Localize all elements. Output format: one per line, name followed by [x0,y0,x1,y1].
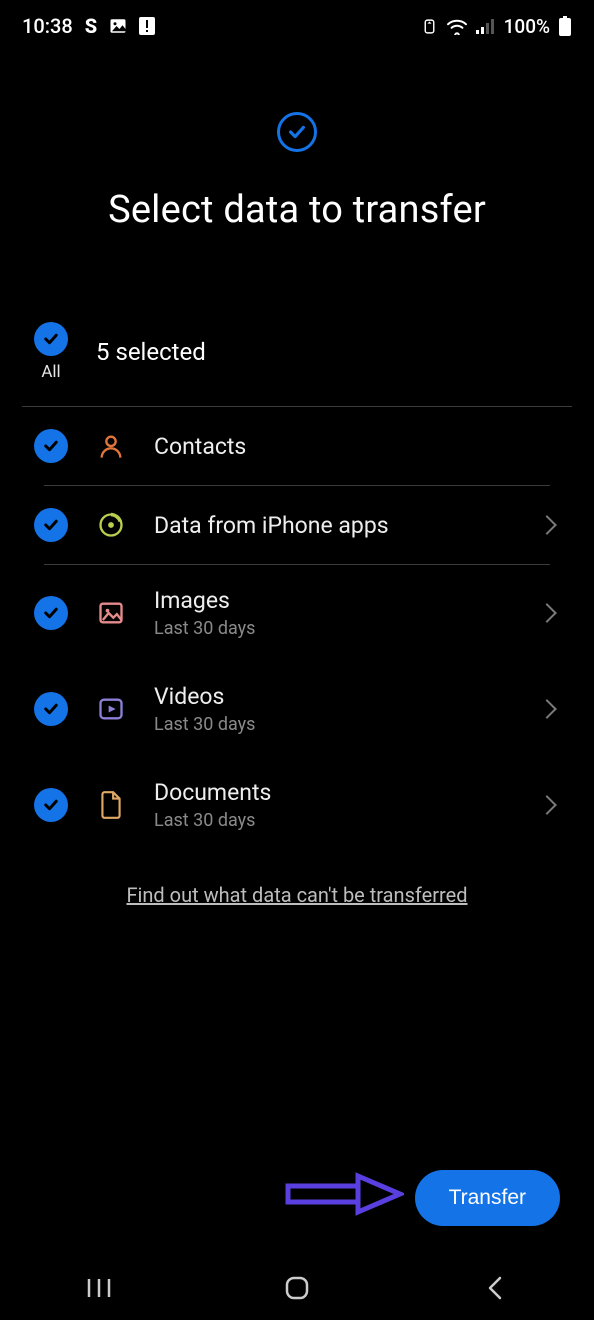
item-sublabel: Last 30 days [154,714,512,735]
item-videos[interactable]: Videos Last 30 days [22,661,572,757]
item-label: Contacts [154,433,560,460]
image-icon [96,598,126,628]
app-s-icon: S [85,14,97,38]
gallery-status-icon [109,17,127,35]
item-sublabel: Last 30 days [154,618,512,639]
item-images[interactable]: Images Last 30 days [22,565,572,661]
item-documents[interactable]: Documents Last 30 days [22,757,572,853]
checkbox-contacts[interactable] [34,429,68,463]
status-bar: 10:38 S 100% [0,0,594,52]
contact-icon [96,431,126,461]
nav-bar [0,1256,594,1320]
nav-recents-button[interactable] [69,1268,129,1308]
page-title: Select data to transfer [108,188,486,232]
selected-count: 5 selected [96,338,206,366]
select-all-row[interactable]: All 5 selected [0,322,594,382]
battery-icon [558,16,572,36]
wifi-icon [446,17,468,35]
header: Select data to transfer [0,112,594,232]
document-icon [96,790,126,820]
checkbox-iphone-apps[interactable] [34,508,68,542]
item-label: Data from iPhone apps [154,512,512,539]
select-all-checkbox[interactable] [34,322,68,356]
untransferable-info-link[interactable]: Find out what data can't be transferred [0,883,594,907]
item-label: Images [154,587,512,614]
item-contacts[interactable]: Contacts [22,407,572,485]
checkbox-documents[interactable] [34,788,68,822]
data-type-list: Contacts Data from iPhone apps [0,407,594,853]
status-time: 10:38 [22,14,73,38]
annotation-arrow-icon [284,1172,404,1220]
appdata-icon [96,510,126,540]
item-label: Documents [154,779,512,806]
checkbox-videos[interactable] [34,692,68,726]
nav-home-button[interactable] [267,1268,327,1308]
chevron-right-icon [537,603,557,623]
battery-percent: 100% [504,15,550,38]
video-icon [96,694,126,724]
alert-status-icon [139,17,155,35]
header-check-icon [277,112,317,152]
checkbox-images[interactable] [34,596,68,630]
chevron-right-icon [537,515,557,535]
signal-icon [476,18,496,34]
item-iphone-apps[interactable]: Data from iPhone apps [22,486,572,564]
item-label: Videos [154,683,512,710]
rotate-status-icon [421,18,438,35]
chevron-right-icon [537,795,557,815]
item-sublabel: Last 30 days [154,810,512,831]
select-all-label: All [41,362,60,382]
chevron-right-icon [537,699,557,719]
transfer-button[interactable]: Transfer [415,1170,560,1226]
nav-back-button[interactable] [465,1268,525,1308]
